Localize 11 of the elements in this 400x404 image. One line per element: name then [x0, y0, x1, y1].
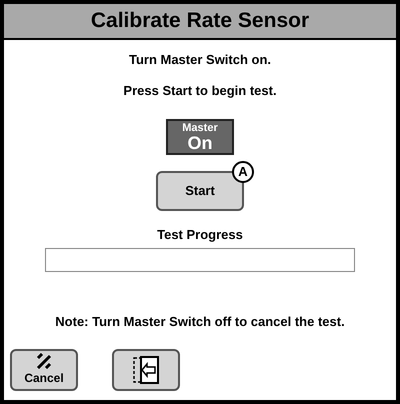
instruction-text: Press Start to begin test.: [123, 82, 277, 100]
instruction-text: Turn Master Switch on.: [128, 51, 272, 69]
title-bar: Calibrate Rate Sensor: [4, 4, 396, 40]
cancel-button[interactable]: Cancel: [10, 349, 78, 391]
progress-label: Test Progress: [157, 226, 243, 244]
note-text: Note: Turn Master Switch off to cancel the test.: [55, 312, 345, 330]
exit-icon: [131, 355, 161, 385]
badge: A: [232, 161, 254, 183]
exit-button[interactable]: [112, 349, 180, 391]
cancel-icon: [35, 353, 53, 369]
master-indicator: Master On: [166, 119, 234, 155]
